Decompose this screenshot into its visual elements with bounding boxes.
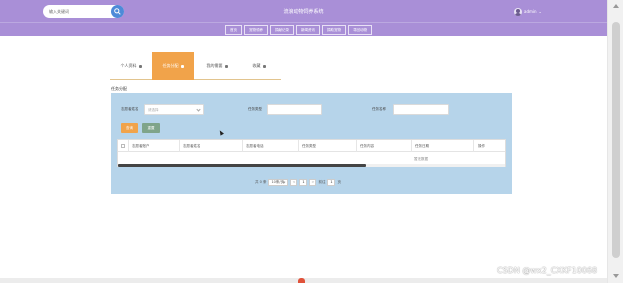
top-header: 输入关键词 流浪动物饲养系统 admin ⌄ [0, 0, 607, 22]
nav-bar: 首页 宠物领养 捐献记录 新闻资讯 捐助宠物 寻回动物 [0, 22, 607, 36]
total-count: 共 0 条 [255, 179, 267, 184]
col-task-date: 任务日期 [415, 144, 429, 148]
user-name: admin [524, 9, 537, 14]
tab-task-assignment[interactable]: 任务分配 [152, 52, 194, 80]
main-menu: 首页 宠物领养 捐献记录 新闻资讯 捐助宠物 寻回动物 [225, 25, 374, 35]
prev-page-button[interactable]: < [290, 178, 298, 186]
select-value: 请选择 [148, 108, 159, 112]
scroll-up-arrow-icon[interactable] [613, 4, 619, 8]
tab-icon [180, 64, 184, 68]
select-all-checkbox[interactable] [121, 144, 125, 148]
next-page-button[interactable]: > [309, 178, 317, 186]
tab-label: 收藏 [252, 63, 261, 68]
chevron-down-icon [283, 180, 286, 183]
menu-item-news[interactable]: 新闻资讯 [296, 25, 320, 35]
tab-my-needs[interactable]: 我的需要 [196, 52, 238, 80]
column-divider [411, 140, 412, 152]
menu-item-find-pet[interactable]: 寻回动物 [348, 25, 372, 35]
task-type-label: 任务类型 [248, 107, 262, 111]
watermark: CSDN @wx2_CXKF10068 [497, 266, 598, 275]
col-volunteer-phone: 志愿者电话 [246, 144, 264, 148]
tab-favorites[interactable]: 收藏 [238, 52, 280, 80]
avatar [514, 7, 522, 16]
tab-icon [224, 64, 228, 68]
user-menu[interactable]: admin ⌄ [514, 7, 542, 16]
volunteer-name-label: 志愿者姓名 [121, 107, 139, 111]
tab-label: 我的需要 [206, 63, 223, 68]
volunteer-name-select[interactable]: 请选择 [144, 104, 204, 115]
menu-item-donate-pet[interactable]: 捐助宠物 [322, 25, 346, 35]
menu-item-home[interactable]: 首页 [225, 25, 242, 35]
page-scrollbar[interactable] [607, 0, 623, 283]
horizontal-scrollbar[interactable] [118, 164, 505, 167]
goto-page-input[interactable]: 1 [327, 178, 336, 186]
task-table: 志愿者账户 志愿者姓名 志愿者电话 任务类型 任务内容 任务日期 操作 暂无数据 [117, 139, 506, 167]
bottom-marker [298, 278, 305, 283]
col-task-type: 任务类型 [302, 144, 316, 148]
scrollbar-thumb[interactable] [612, 22, 620, 258]
scroll-down-arrow-icon[interactable] [613, 274, 619, 278]
column-divider [298, 140, 299, 152]
col-task-content: 任务内容 [360, 144, 374, 148]
goto-label: 前往 [318, 179, 326, 184]
column-divider [356, 140, 357, 152]
page-size-select[interactable]: 10条/页 [268, 178, 289, 186]
tab-label: 个人资料 [120, 63, 137, 68]
chevron-down-icon [196, 107, 201, 112]
tab-icon [138, 64, 142, 68]
search-button[interactable]: 查询 [121, 123, 138, 133]
menu-item-adopt[interactable]: 宠物领养 [244, 25, 268, 35]
task-name-label: 任务名称 [372, 107, 386, 111]
scrollbar-thumb[interactable] [118, 164, 366, 167]
column-divider [128, 140, 129, 152]
task-name-input[interactable] [393, 104, 449, 115]
column-divider [242, 140, 243, 152]
col-volunteer-account: 志愿者账户 [132, 144, 150, 148]
current-page[interactable]: 1 [299, 178, 308, 186]
tab-profile[interactable]: 个人资料 [110, 52, 152, 80]
page-suffix: 页 [337, 179, 341, 184]
column-divider [179, 140, 180, 152]
chevron-down-icon: ⌄ [538, 9, 542, 14]
task-panel: 志愿者姓名 请选择 任务类型 任务名称 查询 重置 志愿者账户 志愿者姓名 志愿… [111, 93, 512, 194]
column-divider [473, 140, 474, 152]
col-volunteer-name: 志愿者姓名 [183, 144, 201, 148]
menu-item-donation-record[interactable]: 捐献记录 [270, 25, 294, 35]
table-header: 志愿者账户 志愿者姓名 志愿者电话 任务类型 任务内容 任务日期 操作 [118, 140, 505, 152]
section-title: 任务分配 [111, 86, 127, 91]
bottom-strip [0, 278, 607, 283]
tab-icon [262, 64, 266, 68]
pagination: 共 0 条 10条/页 < 1 > 前往 1 页 [255, 178, 341, 186]
task-type-input[interactable] [267, 104, 322, 115]
reset-button[interactable]: 重置 [142, 123, 160, 133]
col-actions: 操作 [478, 144, 485, 148]
empty-state-text: 暂无数据 [414, 157, 428, 161]
profile-tabs: 个人资料 任务分配 我的需要 收藏 [110, 52, 281, 80]
tab-label: 任务分配 [162, 63, 179, 68]
